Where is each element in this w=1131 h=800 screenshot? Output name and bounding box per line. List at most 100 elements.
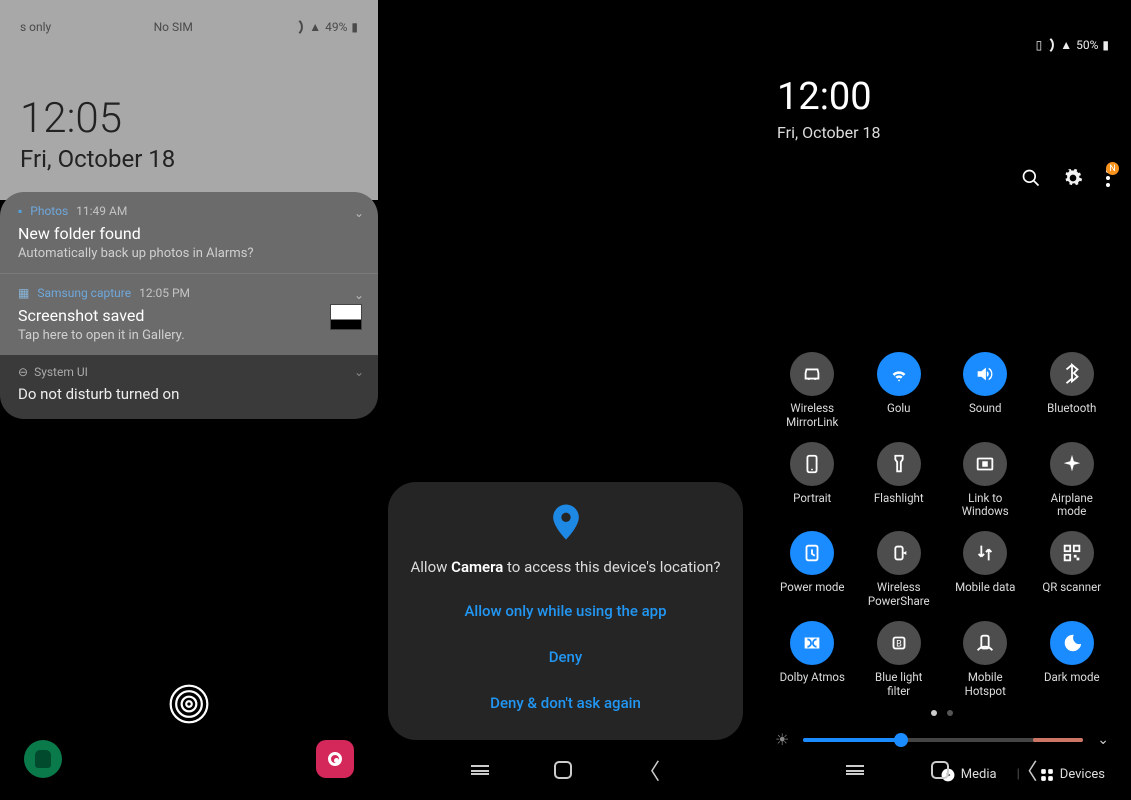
slider-thumb[interactable] <box>894 733 908 747</box>
fingerprint-icon[interactable] <box>167 682 211 730</box>
chevron-down-icon[interactable]: ⌄ <box>354 288 364 302</box>
tile-label: Airplane mode <box>1036 492 1108 520</box>
notification-app: System UI <box>34 365 88 379</box>
tile-dolby[interactable]: Dolby Atmos <box>769 621 856 699</box>
notification-app: Samsung capture <box>37 286 131 300</box>
battery-text: 50% <box>1076 38 1098 52</box>
tile-portrait[interactable]: Portrait <box>769 442 856 520</box>
notification-card[interactable]: ▦ Samsung capture 12:05 PM ⌄ Screenshot … <box>0 273 378 355</box>
deny-forever-button[interactable]: Deny & don't ask again <box>406 680 725 726</box>
tile-sound[interactable]: Sound <box>942 352 1029 430</box>
notification-body: Automatically back up photos in Alarms? <box>18 246 360 261</box>
tile-flashlight[interactable]: Flashlight <box>856 442 943 520</box>
qs-header: 12:00 Fri, October 18 <box>753 0 1131 142</box>
date-text: Fri, October 18 <box>20 145 358 173</box>
lockscreen-panel: s only No SIM ▲ 49% ▮ 12:05 Fri, October 1… <box>0 0 378 800</box>
tile-label: Golu <box>887 402 911 416</box>
chevron-down-icon[interactable]: ⌄ <box>354 365 364 379</box>
lockscreen-header: s only No SIM ▲ 49% ▮ 12:05 Fri, October 1… <box>0 0 378 200</box>
tile-power[interactable]: Power mode <box>769 531 856 609</box>
tile-wifi[interactable]: Golu <box>856 352 943 430</box>
signal-icon: ▲ <box>309 20 321 34</box>
recents-button[interactable] <box>846 765 864 775</box>
app-icon: ▪ <box>18 204 22 218</box>
notification-time: 12:05 PM <box>139 286 190 300</box>
airplane-icon <box>1050 442 1094 486</box>
tile-label: Mobile Hotspot <box>949 671 1021 699</box>
brightness-icon: ☀ <box>775 730 789 749</box>
bluetooth-icon <box>1050 352 1094 396</box>
power-icon <box>790 531 834 575</box>
location-icon <box>552 504 580 540</box>
car-icon <box>790 352 834 396</box>
status-sim: No SIM <box>154 20 193 34</box>
tile-share-battery[interactable]: Wireless PowerShare <box>856 531 943 609</box>
tile-hotspot[interactable]: Mobile Hotspot <box>942 621 1029 699</box>
more-icon[interactable]: N <box>1105 168 1111 192</box>
notification-card[interactable]: ⊖System UI ⌄ Do not disturb turned on <box>0 355 378 419</box>
search-icon[interactable] <box>1021 168 1041 192</box>
notification-app: Photos <box>30 204 68 218</box>
portrait-icon <box>790 442 834 486</box>
notification-card[interactable]: ▪ Photos 11:49 AM ⌄ New folder found Aut… <box>0 192 378 273</box>
tile-label: Dark mode <box>1044 671 1100 685</box>
notification-title: New folder found <box>18 224 360 243</box>
tile-data[interactable]: Mobile data <box>942 531 1029 609</box>
signal-icon: ▲ <box>1060 38 1072 52</box>
allow-button[interactable]: Allow only while using the app <box>406 588 725 634</box>
quick-settings-panel: ▯ ▲ 50% ▮ 12:00 Fri, October 18 N Wirele… <box>753 0 1131 800</box>
battery-icon: ▮ <box>351 20 358 34</box>
deny-button[interactable]: Deny <box>406 634 725 680</box>
date-text: Fri, October 18 <box>777 123 1107 142</box>
tile-label: QR scanner <box>1042 581 1101 595</box>
slider-track[interactable] <box>803 738 1083 742</box>
tile-label: Bluetooth <box>1047 402 1096 416</box>
back-button[interactable]: 〈 <box>638 754 660 786</box>
phone-shortcut[interactable] <box>24 740 62 778</box>
wifi-icon <box>293 20 307 34</box>
status-left: s only <box>20 20 51 34</box>
link-icon <box>963 442 1007 486</box>
status-bar: ▯ ▲ 50% ▮ <box>1036 38 1109 52</box>
tile-label: Portrait <box>793 492 831 506</box>
tile-car[interactable]: Wireless MirrorLink <box>769 352 856 430</box>
chevron-down-icon[interactable]: ⌄ <box>354 206 364 220</box>
tile-label: Wireless MirrorLink <box>776 402 848 430</box>
moon-icon <box>1050 621 1094 665</box>
notification-title: Screenshot saved <box>18 306 360 325</box>
back-button[interactable]: 〈 <box>1016 754 1038 786</box>
recents-button[interactable] <box>471 765 489 775</box>
dolby-icon <box>790 621 834 665</box>
notification-badge: N <box>1106 162 1119 175</box>
tile-bluelight[interactable]: B Blue light filter <box>856 621 943 699</box>
permission-panel: Allow Camera to access this device's loc… <box>378 0 753 800</box>
share-battery-icon <box>877 531 921 575</box>
qr-icon <box>1050 531 1094 575</box>
notification-time: 11:49 AM <box>76 204 127 218</box>
tile-label: Flashlight <box>874 492 924 506</box>
camera-shortcut[interactable] <box>316 740 354 778</box>
battery-text: 49% <box>325 20 347 34</box>
home-button[interactable] <box>931 761 949 779</box>
tile-qr[interactable]: QR scanner <box>1029 531 1116 609</box>
tile-link[interactable]: Link to Windows <box>942 442 1029 520</box>
notification-body: Tap here to open it in Gallery. <box>18 328 360 343</box>
tile-airplane[interactable]: Airplane mode <box>1029 442 1116 520</box>
time-text: 12:00 <box>777 75 1107 119</box>
data-icon <box>963 531 1007 575</box>
home-button[interactable] <box>554 761 572 779</box>
tile-label: Mobile data <box>955 581 1015 595</box>
lockscreen-clock: 12:05 Fri, October 18 <box>20 94 358 173</box>
tile-moon[interactable]: Dark mode <box>1029 621 1116 699</box>
chevron-down-icon[interactable]: ⌄ <box>1097 732 1109 748</box>
tile-bluetooth[interactable]: Bluetooth <box>1029 352 1116 430</box>
tile-label: Blue light filter <box>863 671 935 699</box>
power-icon: ▯ <box>1036 38 1043 52</box>
navigation-bar: 〈 <box>378 750 753 790</box>
notification-title: Do not disturb turned on <box>18 385 360 403</box>
wifi-icon <box>877 352 921 396</box>
bluelight-icon: B <box>877 621 921 665</box>
time-text: 12:05 <box>20 94 358 143</box>
settings-icon[interactable] <box>1063 168 1083 192</box>
status-bar: s only No SIM ▲ 49% ▮ <box>20 20 358 34</box>
